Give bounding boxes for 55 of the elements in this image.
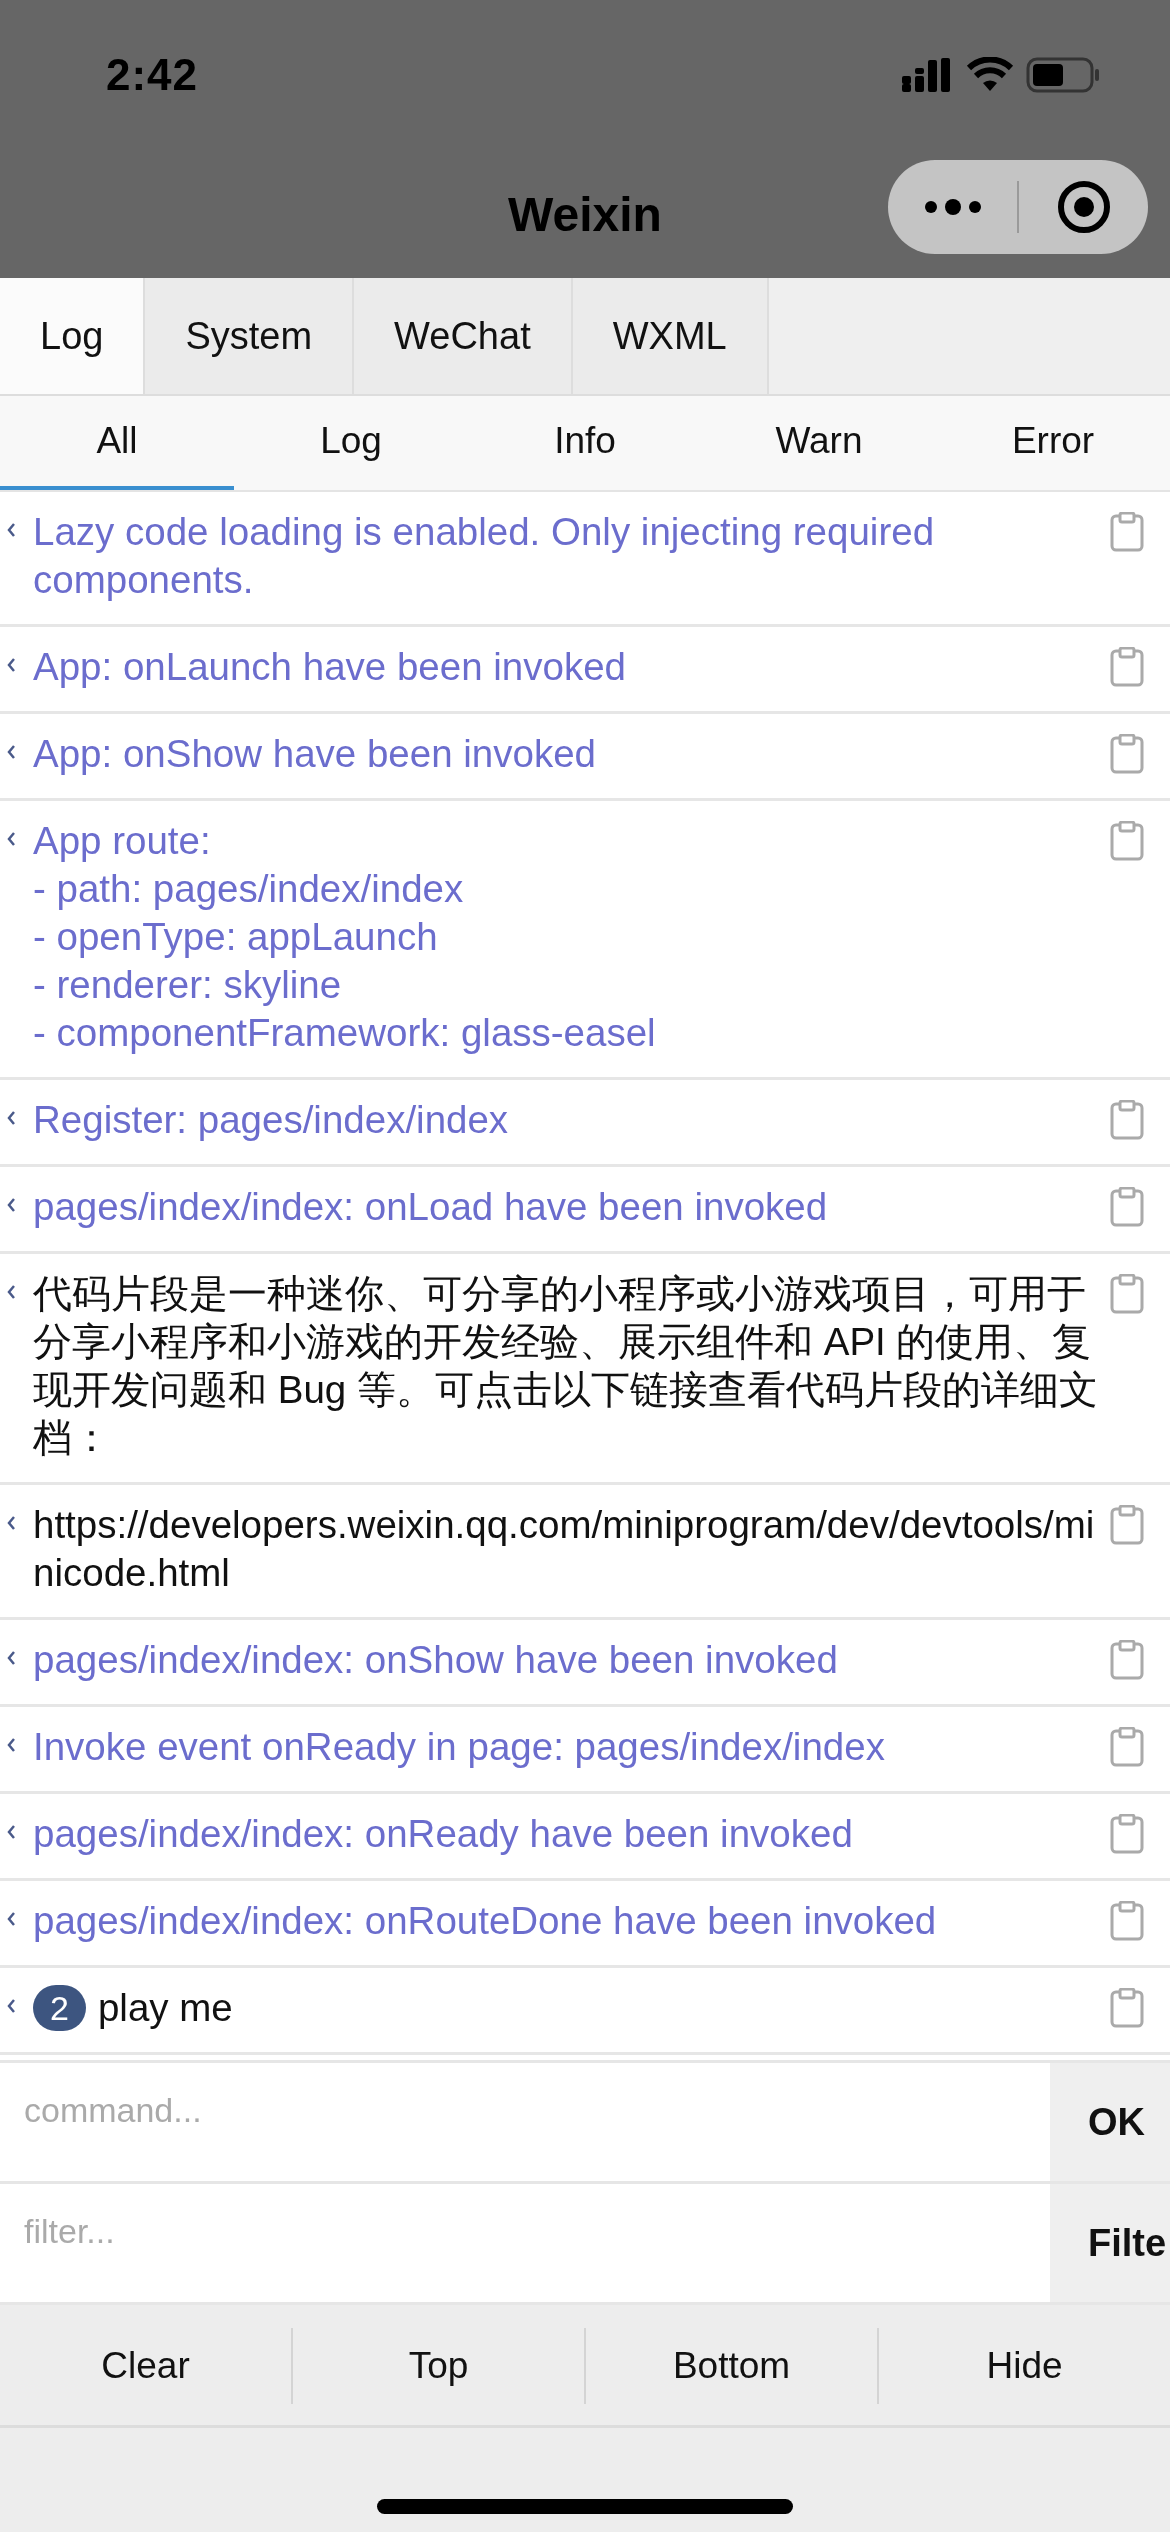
log-message: pages/index/index: onShow have been invoked bbox=[33, 1637, 838, 1683]
chevron-icon[interactable] bbox=[6, 1515, 16, 1531]
log-message: pages/index/index: onRouteDone have been invoked bbox=[33, 1898, 937, 1944]
command-field[interactable]: command... bbox=[0, 2063, 1050, 2184]
log-message: App: onLaunch have been invoked bbox=[33, 644, 626, 690]
console-tab[interactable]: Log bbox=[0, 278, 146, 394]
wifi-icon bbox=[966, 57, 1014, 93]
log-message: pages/index/index: onReady have been invoked bbox=[33, 1811, 853, 1857]
toolbar-button[interactable]: Hide bbox=[879, 2307, 1170, 2425]
clipboard-icon[interactable] bbox=[1110, 1640, 1144, 1680]
log-message: Invoke event onReady in page: pages/index/index bbox=[33, 1724, 885, 1770]
toolbar-button[interactable]: Clear bbox=[0, 2307, 291, 2425]
clipboard-icon[interactable] bbox=[1110, 512, 1144, 552]
clipboard-icon[interactable] bbox=[1110, 1814, 1144, 1854]
clipboard-icon[interactable] bbox=[1110, 1274, 1144, 1314]
log-message: https://developers.weixin.qq.com/miniprogram/dev/devtools/minicode.html bbox=[33, 1502, 1096, 1596]
log-message: App: onShow have been invoked bbox=[33, 731, 596, 777]
more-icon[interactable] bbox=[922, 197, 983, 217]
clipboard-icon[interactable] bbox=[1110, 1901, 1144, 1941]
clipboard-icon[interactable] bbox=[1110, 1988, 1144, 2028]
console-tab[interactable]: WXML bbox=[572, 278, 769, 394]
console-tab[interactable]: WeChat bbox=[354, 278, 573, 394]
toolbar-button[interactable]: Bottom bbox=[586, 2307, 877, 2425]
chevron-icon[interactable] bbox=[6, 1911, 16, 1927]
chevron-icon[interactable] bbox=[6, 1650, 16, 1666]
clipboard-icon[interactable] bbox=[1110, 1187, 1144, 1227]
clipboard-icon[interactable] bbox=[1110, 1727, 1144, 1767]
chevron-icon[interactable] bbox=[6, 1197, 16, 1213]
chevron-icon[interactable] bbox=[6, 744, 16, 760]
chevron-icon[interactable] bbox=[6, 1110, 16, 1126]
clipboard-icon[interactable] bbox=[1110, 1100, 1144, 1140]
chevron-icon[interactable] bbox=[6, 831, 16, 847]
log-message: App route: - path: pages/index/index - openType: appLaunch - renderer: skyline - componentFramework: glass-easel bbox=[33, 818, 656, 1056]
battery-icon bbox=[1026, 57, 1100, 93]
chevron-icon[interactable] bbox=[6, 1824, 16, 1840]
chevron-icon[interactable] bbox=[6, 657, 16, 673]
nav-title: Weixin bbox=[508, 186, 662, 242]
log-message: Lazy code loading is enabled. Only injecting required components. bbox=[33, 509, 936, 603]
chevron-icon[interactable] bbox=[6, 1737, 16, 1753]
filter-field[interactable]: filter... bbox=[0, 2184, 1050, 2305]
toolbar-button[interactable]: Top bbox=[293, 2307, 584, 2425]
log-message: play me bbox=[97, 1985, 233, 2031]
clipboard-icon[interactable] bbox=[1110, 734, 1144, 774]
clipboard-icon[interactable] bbox=[1110, 647, 1144, 687]
status-time: 2:42 bbox=[106, 50, 199, 100]
chevron-icon[interactable] bbox=[6, 522, 16, 538]
log-message: Register: pages/index/index bbox=[33, 1097, 509, 1143]
clipboard-icon[interactable] bbox=[1110, 1505, 1144, 1545]
repeat-count-badge: 2 bbox=[33, 1985, 86, 2031]
log-message: 代码片段是一种迷你、可分享的小程序或小游戏项目，可用于分享小程序和小游戏的开发经验、展示组件和 API 的使用、复现开发问题和 Bug 等。可点击以下链接查看代码片段的详细文档： bbox=[33, 1271, 1099, 1461]
chevron-icon[interactable] bbox=[6, 1998, 16, 2014]
chevron-icon[interactable] bbox=[6, 1284, 16, 1300]
clipboard-icon[interactable] bbox=[1110, 821, 1144, 861]
console-tab[interactable]: System bbox=[145, 278, 355, 394]
log-message: pages/index/index: onLoad have been invoked bbox=[33, 1184, 828, 1230]
